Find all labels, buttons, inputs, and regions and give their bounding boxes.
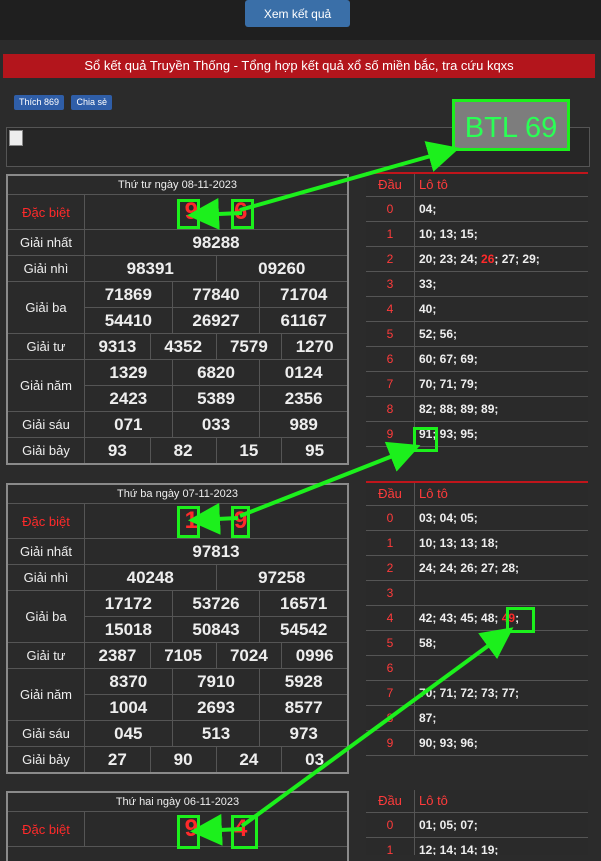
arrow-line [240,627,514,828]
arrow-line [188,502,239,535]
arrow-line [187,197,243,230]
annotation-arrows [187,141,514,846]
arrow-line [239,141,460,212]
arrow-line [190,813,243,846]
arrow-line [239,441,421,518]
